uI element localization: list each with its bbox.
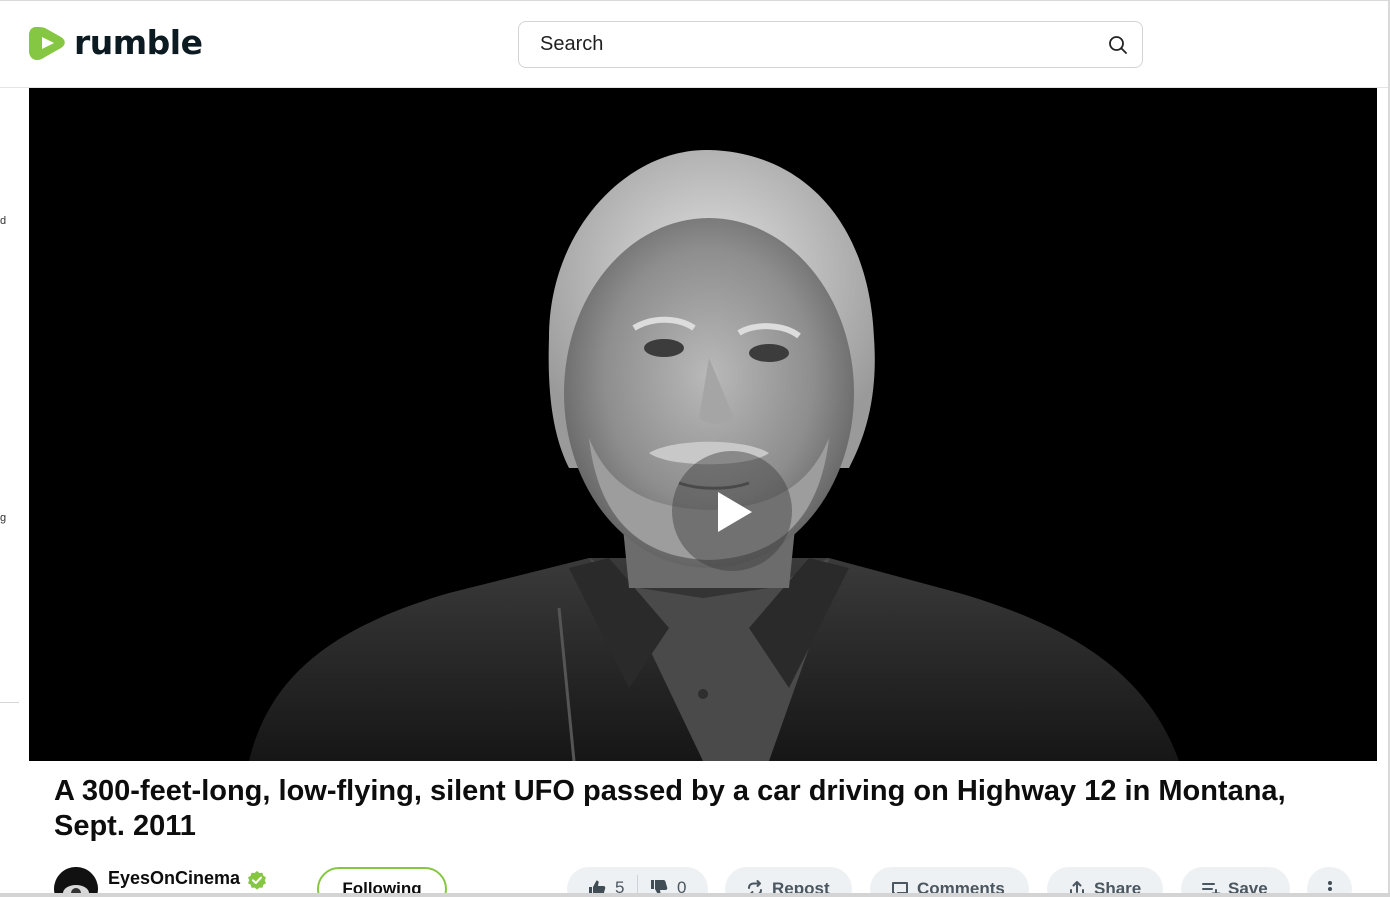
video-title: A 300-feet-long, low-flying, silent UFO … [54, 775, 1286, 842]
verified-icon [248, 871, 266, 890]
window-bottom-edge [0, 893, 1390, 897]
logo-wordmark: rumble [74, 23, 203, 62]
sidebar-divider [0, 702, 19, 703]
sidebar-collapsed: d g [0, 88, 29, 893]
rumble-logo[interactable]: rumble [28, 23, 203, 63]
play-button[interactable] [672, 451, 792, 571]
sidebar-clipped-text: d [0, 215, 7, 227]
search-icon[interactable] [1106, 33, 1130, 57]
video-player[interactable] [29, 88, 1377, 761]
video-thumbnail [249, 149, 1179, 761]
search-input[interactable] [519, 22, 1079, 67]
channel-name[interactable]: EyesOnCinema [108, 868, 240, 889]
rumble-logo-icon [29, 27, 65, 60]
sidebar-clipped-text: g [0, 512, 7, 524]
search-bar [518, 21, 1143, 68]
play-icon [718, 492, 752, 532]
top-header: rumble [0, 0, 1390, 88]
